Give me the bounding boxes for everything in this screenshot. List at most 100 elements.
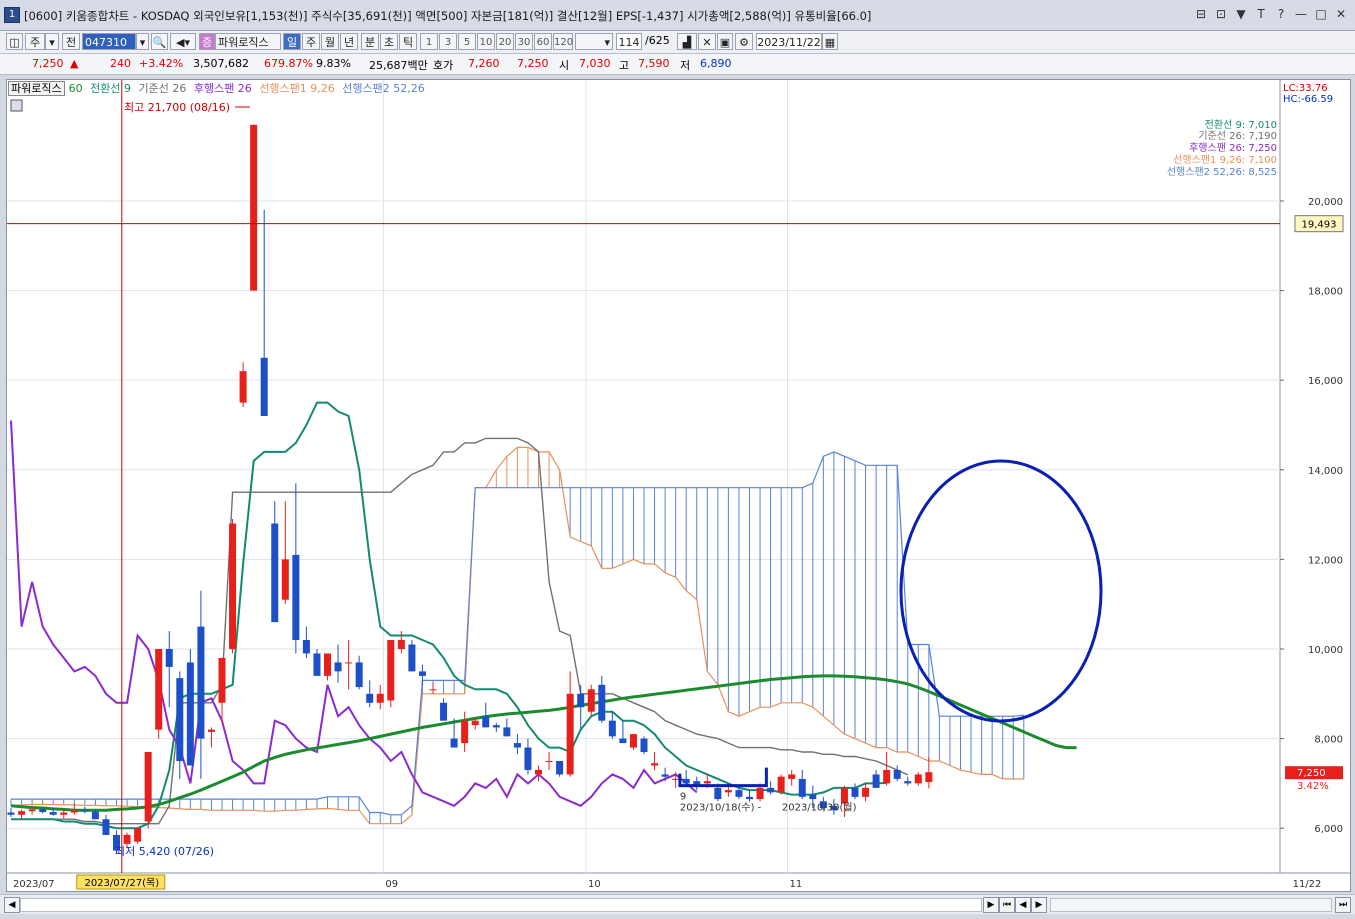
count-input[interactable]: 114 xyxy=(616,33,642,50)
period-minute[interactable]: 분 xyxy=(361,33,379,50)
legend-tenkan: 전환선 9 xyxy=(90,82,131,95)
chart-scrollbar[interactable]: ◀ ▶ ⏮ ◀ ▶ ⏭ xyxy=(0,894,1355,914)
interval-30[interactable]: 30 xyxy=(515,33,533,50)
candle-body xyxy=(355,662,363,688)
interval-10[interactable]: 10 xyxy=(477,33,495,50)
settings-icon[interactable]: ⚙ xyxy=(735,33,753,50)
search-icon[interactable]: 🔍 xyxy=(151,33,168,50)
scroll-right-icon[interactable]: ▶ xyxy=(983,897,999,913)
candle-body xyxy=(535,769,542,775)
minimize-button[interactable]: — xyxy=(1293,6,1309,22)
x-tick-label: 10 xyxy=(588,879,601,890)
restore-icon[interactable]: ⊟ xyxy=(1193,6,1209,22)
price-change-pct: +3.42% xyxy=(139,57,184,70)
legend-kijun: 기준선 26 xyxy=(138,82,187,95)
candle-body xyxy=(39,809,47,813)
chart-area[interactable]: 6,000 8,000 10,000 12,000 14,000 16,000 18,000… xyxy=(6,79,1351,892)
candle-body xyxy=(70,810,78,813)
legend-chikou: 후행스팬 26 xyxy=(193,82,252,95)
stock-code-input[interactable]: 047310 xyxy=(82,33,136,50)
calendar-icon[interactable]: ▦ xyxy=(822,33,838,50)
candle-body xyxy=(91,811,99,820)
sound-icon[interactable]: ◀▾ xyxy=(170,33,196,50)
close-button[interactable]: ✕ xyxy=(1333,6,1349,22)
scroll-track[interactable] xyxy=(20,898,982,912)
lc-label: LC:33.76 xyxy=(1283,83,1328,94)
period-tick[interactable]: 틱 xyxy=(399,33,417,50)
candle-body xyxy=(714,787,722,800)
chevron-down-icon[interactable]: ▾ xyxy=(136,33,149,50)
scroll-prev-icon[interactable]: ◀ xyxy=(1015,897,1031,913)
period-second[interactable]: 초 xyxy=(380,33,398,50)
interval-5[interactable]: 5 xyxy=(458,33,476,50)
kijun-value-label: 기준선 26: 7,190 xyxy=(1198,130,1277,142)
stock-type-select[interactable]: 주 xyxy=(25,33,45,50)
layout-icon[interactable]: ⊡ xyxy=(1213,6,1229,22)
legend-span-a: 선행스팬1 9,26 xyxy=(259,82,335,95)
font-icon[interactable]: T xyxy=(1253,6,1269,22)
candle-body xyxy=(324,653,331,676)
period-week[interactable]: 주 xyxy=(302,33,320,50)
candle-body xyxy=(176,678,184,761)
candle-body xyxy=(418,671,426,676)
candle-body xyxy=(366,693,374,703)
hc-label: HC:-66.59 xyxy=(1283,94,1333,105)
tenkan-line xyxy=(11,401,887,830)
candle-body xyxy=(598,684,606,721)
high-annotation: 최고 21,700 (08/16) xyxy=(124,101,230,114)
x-tick-label: 11/22 xyxy=(1293,879,1322,890)
candle-body xyxy=(914,774,922,784)
help-icon[interactable]: ? xyxy=(1273,6,1289,22)
candle-body xyxy=(144,752,152,822)
candle-body xyxy=(218,657,226,703)
candle-body xyxy=(851,787,859,797)
candle-body xyxy=(250,124,258,291)
interval-3[interactable]: 3 xyxy=(439,33,457,50)
scroll-first-icon[interactable]: ⏮ xyxy=(999,897,1015,913)
title-bar: 1 [0600] 키움종합차트 - KOSDAQ 외국인보유[1,153(천)]… xyxy=(0,0,1355,31)
scroll-next-icon[interactable]: ▶ xyxy=(1031,897,1047,913)
legend-name[interactable]: 파워로직스 xyxy=(8,81,65,96)
maximize-button[interactable]: □ xyxy=(1313,6,1329,22)
scroll-last-icon[interactable]: ⏭ xyxy=(1335,897,1351,913)
interval-120[interactable]: 120 xyxy=(553,33,573,50)
interval-20[interactable]: 20 xyxy=(496,33,514,50)
dropdown-icon[interactable]: ▼ xyxy=(1233,6,1249,22)
layout-icon[interactable]: ◫ xyxy=(6,33,23,50)
interval-1[interactable]: 1 xyxy=(420,33,438,50)
candle-body xyxy=(840,787,848,804)
last-price-pct: 3.42% xyxy=(1297,781,1329,792)
range-start-label: 2023/10/18(수) - xyxy=(680,802,762,814)
crosshair-icon[interactable]: ✕ xyxy=(698,33,716,50)
ask-price: 7,260 xyxy=(468,57,500,70)
interval-custom-select[interactable]: ▾ xyxy=(575,33,613,50)
period-day[interactable]: 일 xyxy=(283,33,301,50)
circle-annotation xyxy=(899,459,1103,723)
interval-60[interactable]: 60 xyxy=(534,33,552,50)
candle-body xyxy=(735,790,743,797)
period-month[interactable]: 월 xyxy=(321,33,339,50)
zoom-slider[interactable] xyxy=(1050,898,1332,912)
low-annotation: 최저 5,420 (07/26) xyxy=(115,845,214,858)
candle-body xyxy=(862,787,870,797)
date-input[interactable]: 2023/11/22 xyxy=(756,33,822,50)
volume-ratio: 679.87% xyxy=(264,57,313,70)
chart-icon[interactable]: ▟ xyxy=(677,33,697,50)
candle-body xyxy=(619,738,627,744)
open-price: 7,030 xyxy=(579,57,611,70)
candle-body xyxy=(503,727,511,737)
count-total: /625 xyxy=(645,34,670,47)
candle-body xyxy=(566,693,574,775)
candle-body xyxy=(134,828,142,842)
candle-body xyxy=(482,716,490,728)
chevron-down-icon[interactable]: ▾ xyxy=(45,33,59,50)
candle-body xyxy=(376,693,384,703)
candle-body xyxy=(556,760,564,775)
save-icon[interactable]: ▣ xyxy=(717,33,733,50)
y-tick-label: 6,000 xyxy=(1314,824,1343,835)
scroll-left-icon[interactable]: ◀ xyxy=(4,897,20,913)
period-year[interactable]: 년 xyxy=(340,33,358,50)
candle-body xyxy=(387,640,395,701)
candle-body xyxy=(883,769,891,784)
market-select[interactable]: 전 xyxy=(62,33,80,50)
